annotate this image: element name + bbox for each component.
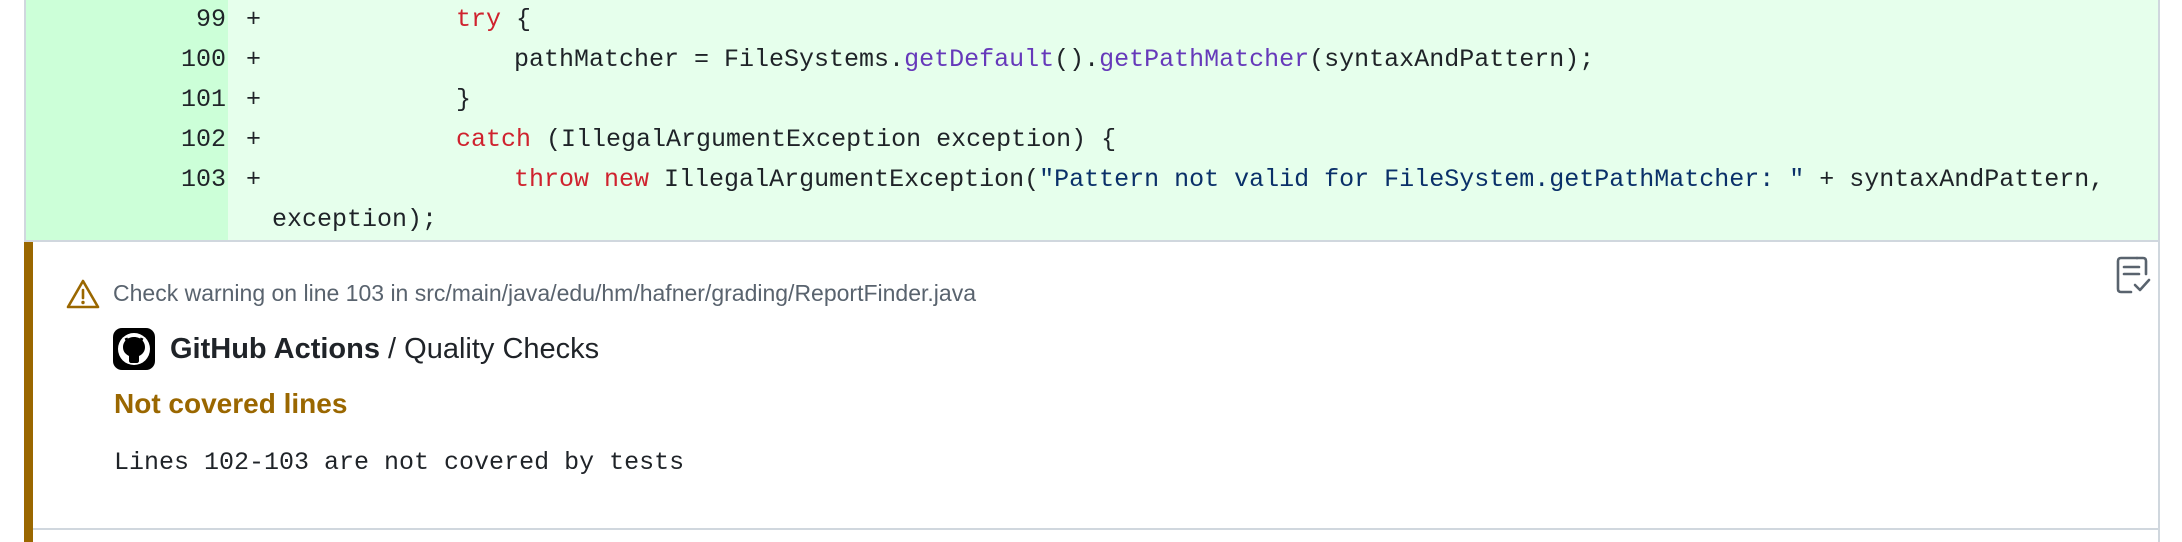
code-token: (syntaxAndPattern); [1309,45,1595,74]
line-number[interactable]: 99 [126,0,226,40]
diff-line: 101 + } [26,80,2158,120]
diff-sign: + [246,165,262,194]
code-token: (). [1054,45,1100,74]
check-annotation-panel: Check warning on line 103 in src/main/ja… [24,242,2160,542]
diff-line: 100 + pathMatcher = FileSystems.getDefau… [26,40,2158,80]
app-name-link[interactable]: GitHub Actions [170,333,380,365]
code-keyword: new [604,165,650,194]
diff-sign: + [246,85,262,114]
diff-added-block: 99 + try { 100 + pathMatcher = FileSyste… [24,0,2160,242]
diff-line-wrap: exception); [26,200,2158,240]
code-keyword: catch [456,125,532,154]
diff-sign: + [246,45,262,74]
separator: / [379,333,405,365]
code-token: (IllegalArgumentException exception) { [531,125,1117,154]
report-icon[interactable] [2115,256,2151,294]
annotation-title: Not covered lines [114,388,348,419]
diff-line: 103 + throw new IllegalArgumentException… [26,160,2158,200]
code-text: exception); [272,205,438,234]
code-keyword: try [456,5,502,34]
alert-icon [66,279,100,309]
diff-line: 99 + try { [26,0,2158,40]
line-number[interactable]: 100 [126,40,226,80]
code-token: { [501,5,532,34]
diff-line: 102 + catch (IllegalArgumentException ex… [26,120,2158,160]
check-name-link[interactable]: Quality Checks [404,333,599,365]
diff-sign: + [246,125,262,154]
code-function: getPathMatcher [1099,45,1310,74]
line-number[interactable]: 101 [126,80,226,120]
code-text: } [456,85,472,114]
code-token: + syntaxAndPattern, [1804,165,2105,194]
divider [33,528,2158,530]
code-text: pathMatcher = FileSystems.getDefault().g… [514,40,1594,80]
code-text: throw new IllegalArgumentException("Patt… [514,160,2104,200]
code-token: IllegalArgumentException( [649,165,1040,194]
github-logo-icon [113,328,155,370]
code-string: "Pattern not valid for FileSystem.getPat… [1039,165,1805,194]
code-keyword: throw [514,165,590,194]
code-text: catch (IllegalArgumentException exceptio… [456,120,1116,160]
line-number[interactable]: 102 [126,120,226,160]
check-source: GitHub Actions / Quality Checks [170,330,599,368]
diff-sign: + [246,5,262,34]
annotation-location: Check warning on line 103 in src/main/ja… [113,280,976,306]
annotation-message: Lines 102-103 are not covered by tests [114,448,685,477]
code-token: pathMatcher = FileSystems. [514,45,905,74]
code-text: try { [456,0,531,40]
code-function: getDefault [904,45,1055,74]
line-number[interactable]: 103 [126,160,226,200]
